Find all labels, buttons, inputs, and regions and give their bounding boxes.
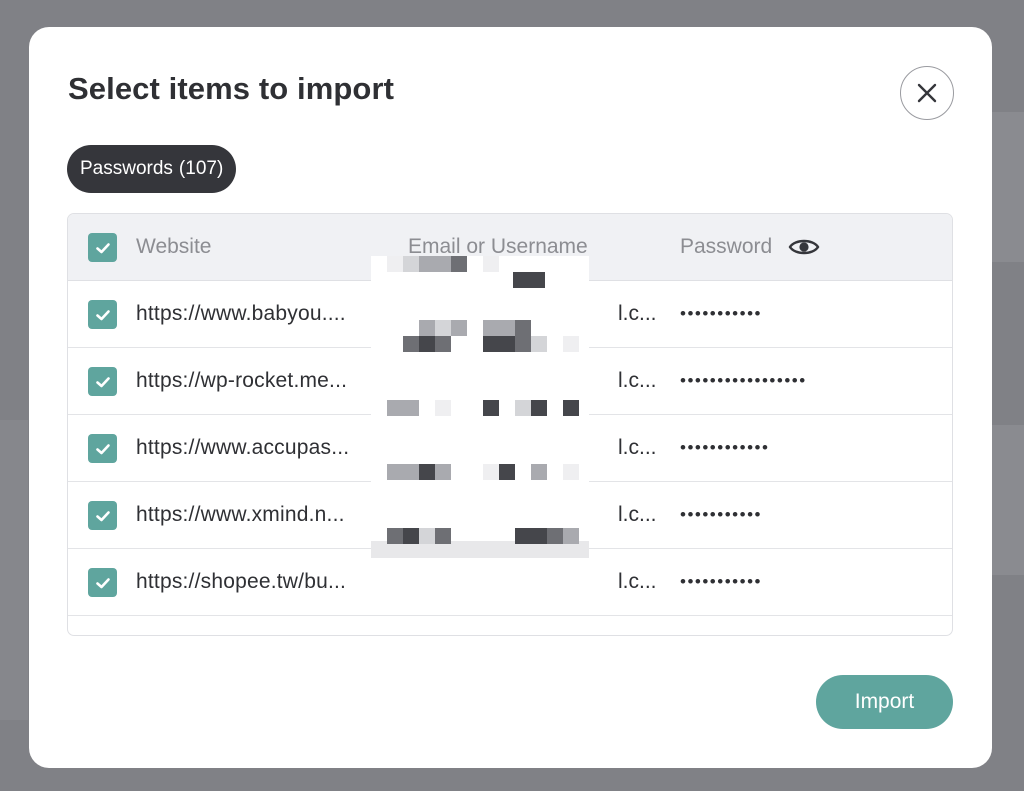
table-header: Website Email or Username Password: [68, 214, 952, 281]
check-icon: [95, 510, 110, 521]
row-password: •••••••••••••••••: [680, 371, 807, 390]
table-row[interactable]: https://shopee.tw/bu... l.c... •••••••••…: [68, 549, 952, 616]
row-website: https://shopee.tw/bu...: [136, 570, 347, 593]
table-row[interactable]: https://www.babyou.... l.c... ••••••••••…: [68, 281, 952, 348]
row-email: l.c...: [618, 436, 657, 459]
header-password: Password: [680, 235, 773, 258]
table-row[interactable]: https://www.accupas... l.c... ••••••••••…: [68, 415, 952, 482]
row-website: https://wp-rocket.me...: [136, 369, 348, 392]
check-icon: [95, 376, 110, 387]
tab-count: (107): [178, 158, 224, 179]
row-website: https://www.babyou....: [136, 302, 346, 325]
import-dialog: Select items to import Passwords (107) W…: [29, 27, 992, 768]
check-icon: [95, 309, 110, 320]
row-checkbox[interactable]: [88, 300, 117, 329]
table-row[interactable]: https://wp-rocket.me... l.c... •••••••••…: [68, 348, 952, 415]
row-password: ••••••••••••: [680, 438, 770, 457]
row-website: https://www.xmind.n...: [136, 503, 345, 526]
row-website: https://www.accupas...: [136, 436, 350, 459]
row-password: •••••••••••: [680, 304, 762, 323]
check-icon: [95, 242, 110, 253]
row-email: l.c...: [618, 302, 657, 325]
row-checkbox[interactable]: [88, 568, 117, 597]
header-email: Email or Username: [408, 235, 588, 258]
row-checkbox[interactable]: [88, 501, 117, 530]
background-page-strip: [990, 425, 1024, 575]
import-button[interactable]: Import: [816, 675, 953, 729]
header-website: Website: [136, 235, 212, 258]
row-checkbox[interactable]: [88, 367, 117, 396]
tab-passwords[interactable]: Passwords (107): [67, 145, 237, 193]
close-icon: [917, 83, 937, 103]
row-email: l.c...: [618, 369, 657, 392]
eye-icon[interactable]: [788, 236, 820, 258]
background-page-strip: [0, 420, 28, 720]
row-password: •••••••••••: [680, 572, 762, 591]
row-email: l.c...: [618, 503, 657, 526]
close-button[interactable]: [900, 66, 954, 120]
dialog-title: Select items to import: [68, 71, 395, 106]
select-all-checkbox[interactable]: [88, 233, 117, 262]
background-page-strip: [990, 112, 1024, 262]
row-password: •••••••••••: [680, 505, 762, 524]
row-email: l.c...: [618, 570, 657, 593]
import-table: Website Email or Username Password https…: [67, 213, 953, 636]
table-row[interactable]: https://www.xmind.n... l.c... ••••••••••…: [68, 482, 952, 549]
tab-label: Passwords: [80, 158, 173, 179]
row-checkbox[interactable]: [88, 434, 117, 463]
check-icon: [95, 577, 110, 588]
check-icon: [95, 443, 110, 454]
